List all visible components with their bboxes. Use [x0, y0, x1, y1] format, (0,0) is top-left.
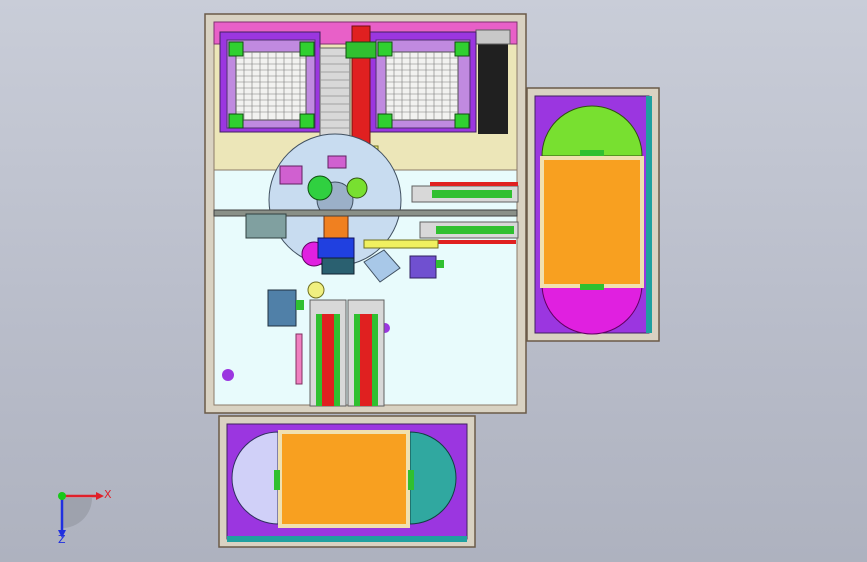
rotary-blue-block — [317, 237, 355, 259]
x-axis-label: X — [104, 488, 112, 501]
bottom-bin-frame — [227, 536, 467, 542]
right-loading-bin[interactable] — [526, 87, 660, 342]
tray-left-grid — [235, 51, 307, 121]
y-axis-icon — [58, 492, 66, 500]
bottom-loading-bin[interactable] — [218, 415, 476, 548]
left-purple-dot — [222, 369, 234, 381]
right-bin-handle-bottom — [580, 284, 604, 290]
rotary-green-fixture — [307, 175, 333, 201]
left-pink-rod — [295, 333, 303, 385]
left-fixture-block — [245, 213, 287, 239]
bottom-bin-handle-left — [274, 470, 280, 490]
bottom-bin-handle-right — [408, 470, 414, 490]
x-axis-arrow-icon — [96, 492, 104, 500]
gantry-carriage — [345, 41, 377, 59]
rotary-orange-nozzle — [323, 215, 349, 239]
linear-module-red-2 — [436, 240, 516, 244]
right-bin-frame — [646, 96, 652, 333]
triad-shadow — [62, 498, 92, 528]
right-bin-handle-top — [580, 150, 604, 156]
z-axis-label: Z — [58, 533, 66, 546]
upper-side-panel — [475, 29, 511, 45]
lower-module-left-red — [322, 314, 334, 406]
linear-module-red — [430, 182, 518, 186]
bottom-bin-tray — [278, 430, 410, 528]
lower-sensor-cluster — [307, 281, 325, 299]
left-steel-block — [267, 289, 297, 327]
rotary-pink-block — [279, 165, 303, 185]
lower-module-right-red — [360, 314, 372, 406]
yellow-slide — [363, 239, 439, 249]
rotary-pink-block-2 — [327, 155, 347, 169]
left-green-pin — [296, 300, 304, 310]
purple-actuator — [409, 255, 437, 279]
rotary-dark-block — [321, 257, 355, 275]
rotary-green-fixture-2 — [346, 177, 368, 199]
green-sensor — [436, 260, 444, 268]
main-machine-assembly[interactable] — [204, 13, 527, 414]
linear-module-upper-green — [432, 190, 512, 198]
linear-module-lower-green — [436, 226, 514, 234]
cad-viewport[interactable]: X Z — [0, 0, 867, 562]
black-panel — [478, 44, 508, 134]
orientation-triad[interactable]: X Z — [58, 488, 112, 546]
right-bin-tray — [540, 156, 644, 288]
tray-right-grid — [385, 51, 459, 121]
